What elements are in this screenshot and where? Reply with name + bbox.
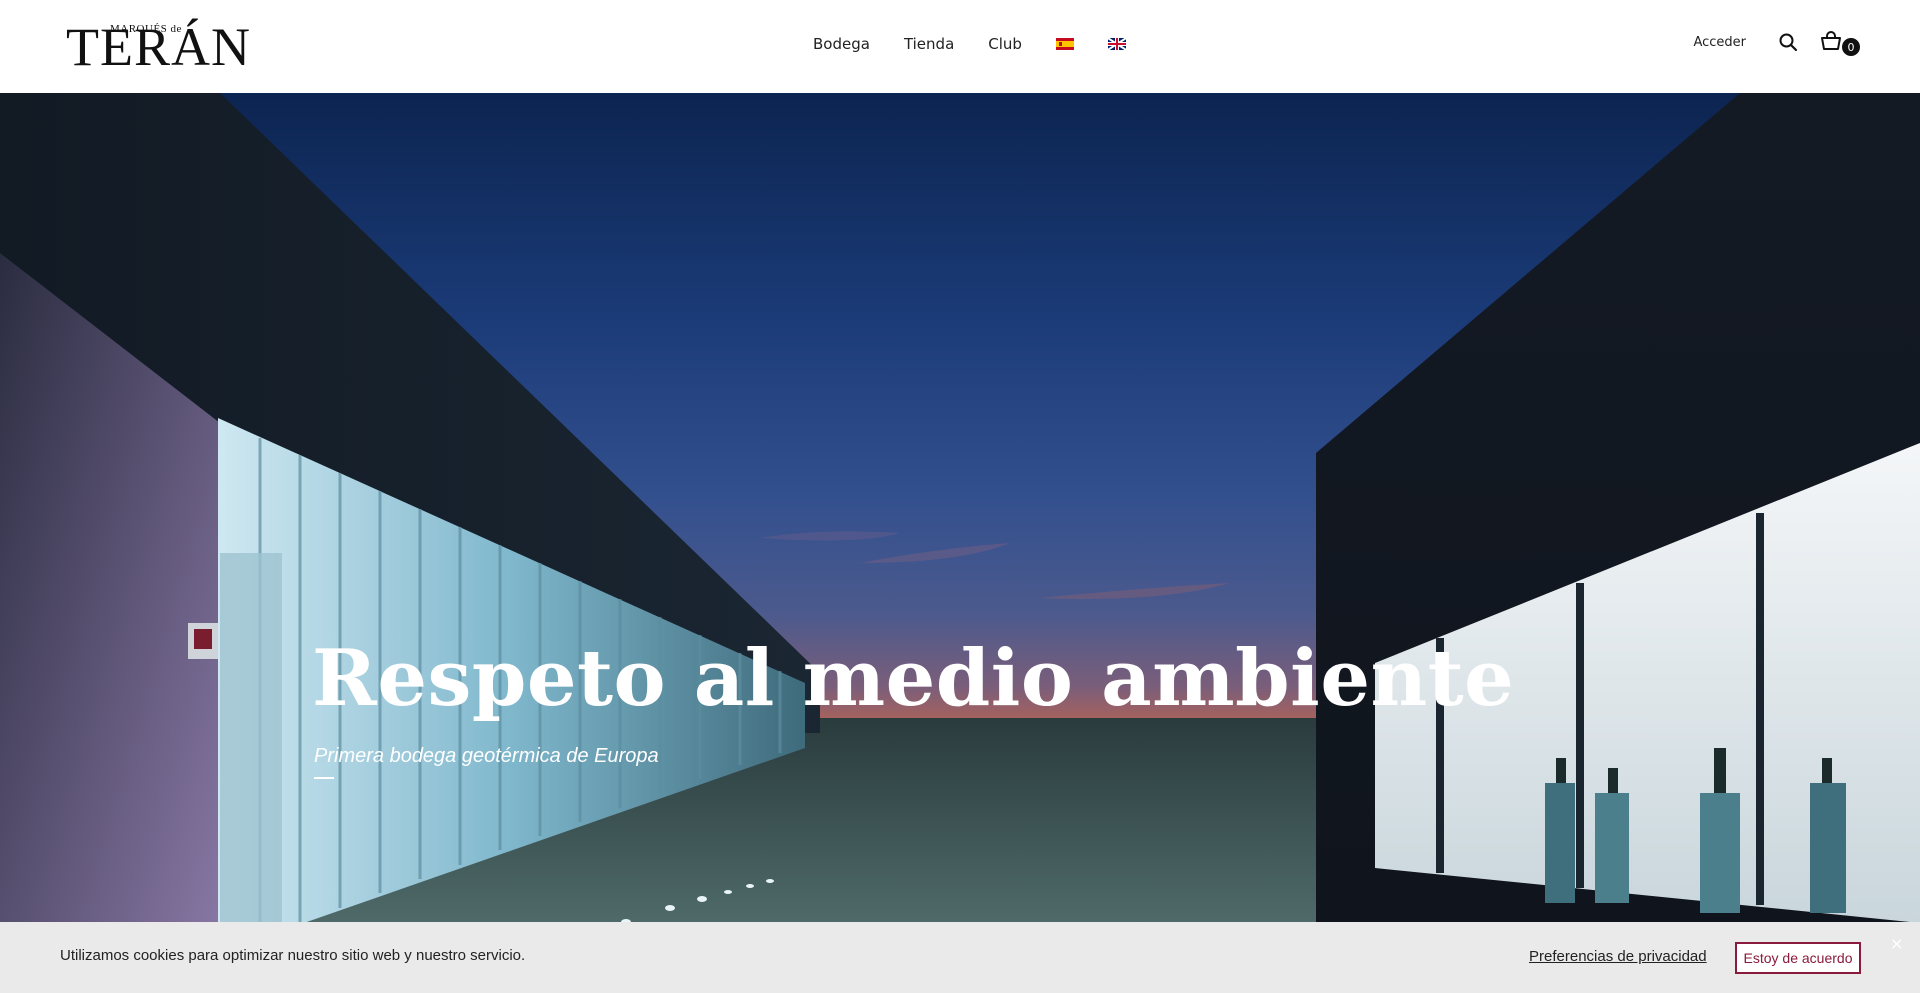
site-header: TERÁN MARQUÉS de Bodega Tienda Club Acce… [0,0,1920,93]
cookie-message: Utilizamos cookies para optimizar nuestr… [60,947,526,964]
close-icon[interactable]: × [1890,934,1903,953]
hero-subtitle: Primera bodega geotérmica de Europa [314,745,659,767]
logo-small-text: MARQUÉS de [110,23,182,35]
shopping-basket-icon [1821,31,1841,50]
nav-item-club[interactable]: Club [988,35,1022,53]
cart-count-badge: 0 [1842,38,1860,56]
accept-cookies-button[interactable]: Estoy de acuerdo [1735,942,1861,974]
hero-title: Respeto al medio ambiente [312,633,1515,724]
spain-flag-icon[interactable] [1055,38,1074,50]
header-tools: Acceder 0 [1693,30,1860,56]
nav-item-bodega[interactable]: Bodega [813,35,870,53]
cookie-banner: Utilizamos cookies para optimizar nuestr… [0,922,1920,993]
uk-flag-icon[interactable] [1107,38,1126,50]
nav-item-tienda[interactable]: Tienda [904,35,954,53]
hero-banner: Respeto al medio ambiente Primera bodega… [0,93,1920,993]
brand-logo[interactable]: TERÁN MARQUÉS de [66,20,250,74]
winery-building-image [0,93,1920,993]
login-link[interactable]: Acceder [1693,35,1746,50]
cart-button[interactable]: 0 [1820,30,1860,56]
main-nav: Bodega Tienda Club [813,35,1160,53]
privacy-preferences-link[interactable]: Preferencias de privacidad [1529,948,1707,965]
search-icon[interactable] [1778,32,1798,52]
hero-underline [314,777,334,779]
